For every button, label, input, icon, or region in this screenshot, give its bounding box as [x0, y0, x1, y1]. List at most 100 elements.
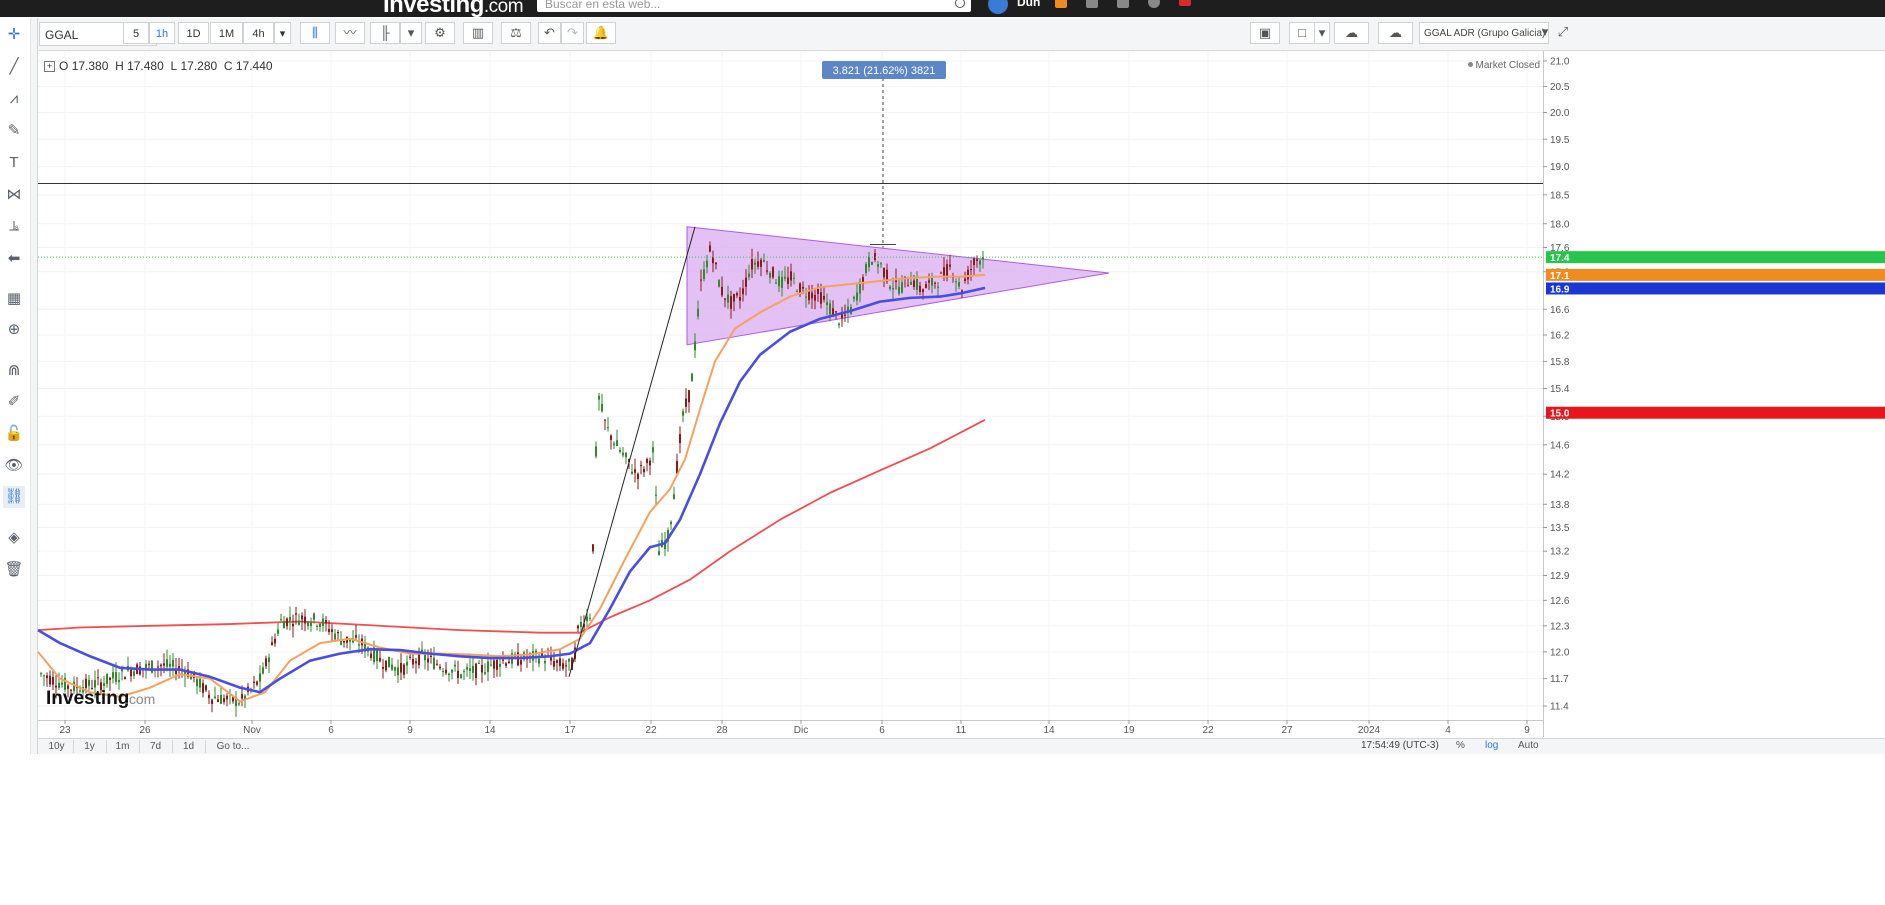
candle-body — [973, 258, 975, 266]
candle-body — [85, 678, 87, 688]
candle-body — [307, 622, 309, 626]
candle-body — [943, 267, 945, 277]
price-chart[interactable]: 3.821 (21.62%) 3821 21.0 20.5 20.0 19.5 19.0… — [0, 0, 1885, 738]
candle-body — [292, 623, 294, 627]
price-tick-label: 11.7 — [1550, 674, 1569, 685]
goto-button[interactable]: Go to... — [208, 740, 258, 753]
price-tick-label: 15.8 — [1550, 357, 1570, 368]
price-tick-label: 21.0 — [1550, 57, 1570, 68]
candle-body — [385, 660, 387, 671]
time-tick-label: 14 — [1043, 725, 1055, 736]
candle-body — [295, 613, 297, 615]
price-tag-bg — [1546, 406, 1885, 419]
candle-body — [685, 398, 687, 407]
candle-body — [157, 666, 159, 668]
candle-body — [700, 279, 702, 281]
candle-body — [784, 276, 786, 279]
candle-body — [922, 289, 924, 293]
candle-body — [631, 471, 633, 474]
clock: 17:54:49 (UTC-3) — [1361, 740, 1439, 751]
candle-body — [652, 447, 654, 453]
price-tick-label: 14.6 — [1550, 440, 1570, 451]
candle-body — [475, 663, 477, 679]
candle-body — [424, 655, 426, 661]
candle-body — [61, 682, 63, 685]
watermark-suffix: .com — [125, 691, 155, 707]
candle-body — [124, 677, 126, 680]
candle-body — [967, 269, 969, 280]
time-tick-label: Nov — [243, 725, 261, 736]
price-tag-label: 17.1 — [1550, 271, 1570, 282]
percent-toggle[interactable]: % — [1456, 740, 1465, 751]
candle-body — [835, 311, 837, 313]
auto-toggle[interactable]: Auto — [1518, 740, 1539, 751]
candle-body — [697, 308, 699, 317]
candle-body — [496, 659, 498, 670]
candle-body — [811, 292, 813, 299]
candle-body — [328, 628, 330, 633]
candle-body — [379, 657, 381, 662]
time-tick-label: 17 — [564, 725, 576, 736]
candle-body — [637, 473, 639, 480]
candle-body — [286, 618, 288, 627]
candle-body — [580, 621, 582, 627]
range-1d[interactable]: 1d — [172, 740, 206, 753]
candle-body — [490, 664, 492, 666]
price-tick-label: 12.3 — [1550, 621, 1570, 632]
candle-body — [565, 665, 567, 667]
range-1m[interactable]: 1m — [106, 740, 140, 753]
log-toggle[interactable]: log — [1485, 740, 1498, 751]
candle-body — [49, 675, 51, 685]
candle-body — [211, 699, 213, 704]
candle-body — [382, 667, 384, 669]
expand-legend-icon[interactable]: + — [44, 61, 55, 72]
candle-body — [487, 661, 489, 673]
candle-body — [733, 293, 735, 302]
candle-body — [616, 440, 618, 447]
candle-body — [601, 403, 603, 412]
candle-body — [640, 464, 642, 466]
candle-body — [334, 633, 336, 640]
candle-body — [301, 615, 303, 620]
candle-body — [874, 253, 876, 260]
candle-body — [916, 278, 918, 290]
candle-body — [706, 260, 708, 268]
candle-body — [520, 660, 522, 665]
candle-body — [433, 657, 435, 669]
range-10y[interactable]: 10y — [40, 740, 74, 753]
candle-body — [877, 264, 879, 267]
candle-body — [676, 461, 678, 474]
price-tick-label: 12.0 — [1550, 647, 1570, 658]
pole-trend-line — [568, 226, 696, 677]
candle-body — [559, 658, 561, 667]
price-tick-label: 11.4 — [1550, 702, 1569, 713]
orange-moving-average — [37, 273, 986, 703]
candle-body — [103, 683, 105, 686]
candle-body — [562, 663, 564, 669]
candle-body — [481, 664, 483, 673]
candle-body — [220, 694, 222, 704]
candle-body — [40, 673, 42, 675]
candle-body — [208, 694, 210, 699]
candle-body — [763, 260, 765, 262]
candle-body — [265, 658, 267, 667]
candle-body — [223, 698, 225, 703]
price-tick-label: 13.8 — [1550, 500, 1570, 511]
time-tick-label: Dic — [794, 725, 808, 736]
range-7d[interactable]: 7d — [139, 740, 173, 753]
candle-body — [871, 261, 873, 265]
candle-body — [589, 617, 591, 619]
market-status: Market Closed — [1467, 60, 1540, 71]
candle-body — [391, 664, 393, 670]
candle-body — [415, 661, 417, 664]
candle-body — [646, 458, 648, 464]
investing-watermark: Investing.com — [46, 688, 155, 709]
candle-body — [439, 666, 441, 669]
candle-body — [613, 443, 615, 446]
candle-body — [262, 667, 264, 674]
time-tick-label: 23 — [59, 725, 71, 736]
candle-body — [298, 620, 300, 625]
range-1y[interactable]: 1y — [73, 740, 107, 753]
candle-body — [358, 644, 360, 646]
candle-body — [499, 663, 501, 667]
